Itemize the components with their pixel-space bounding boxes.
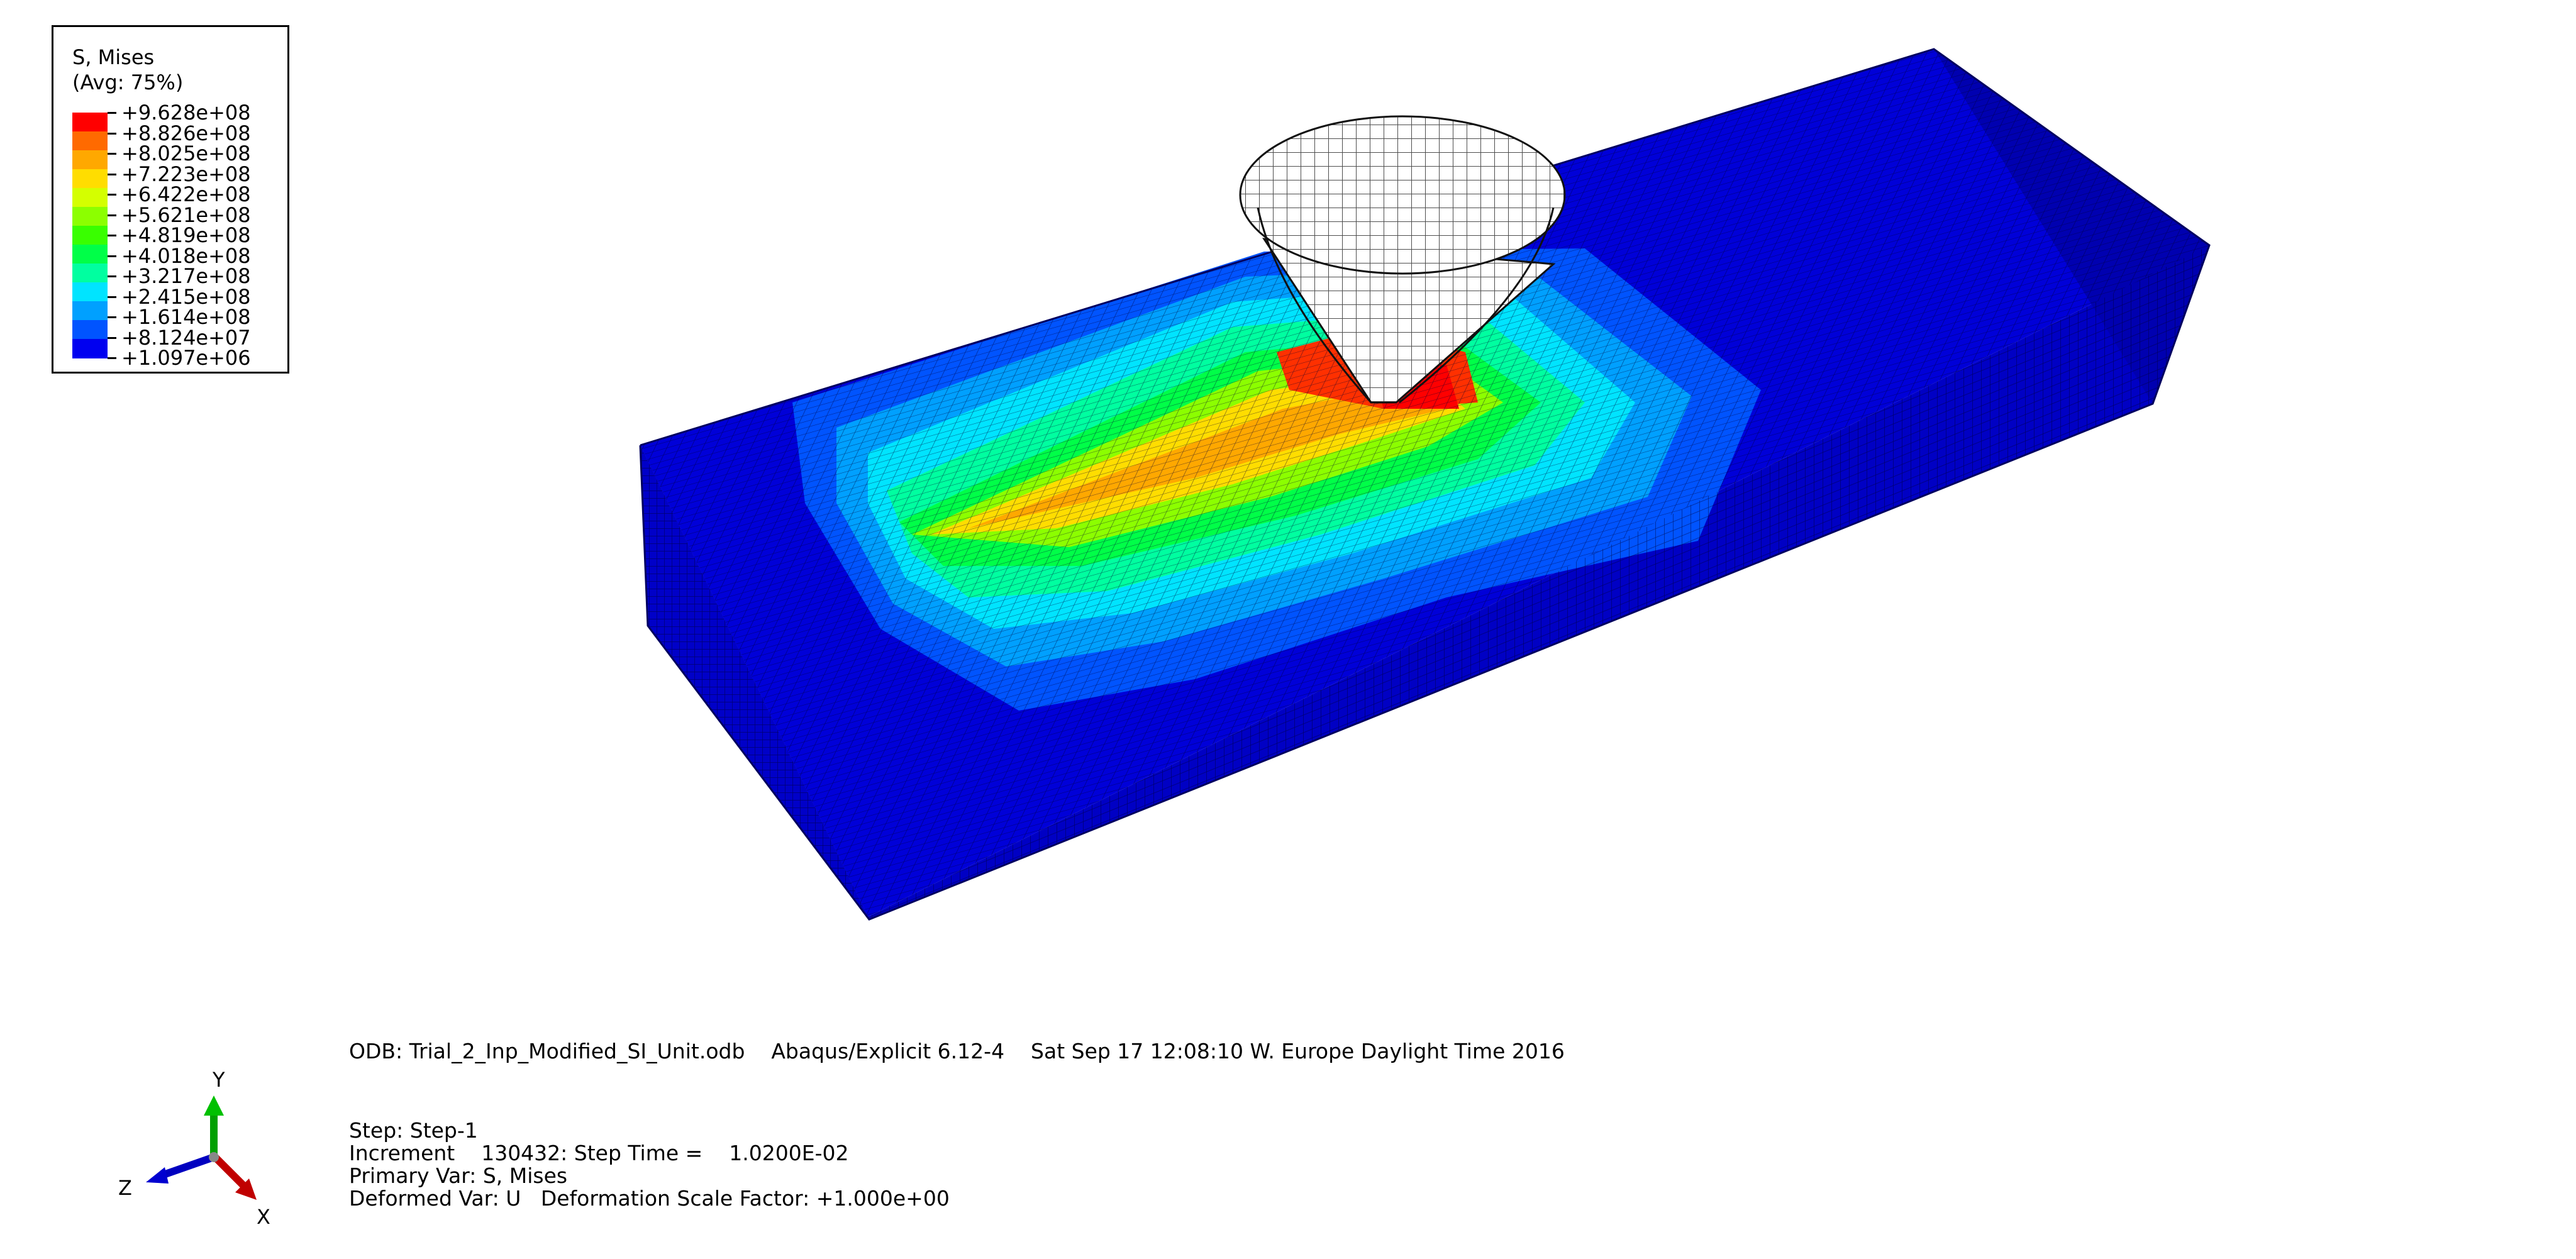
coordinate-triad: Y Z X [118, 1068, 270, 1229]
triad-z-axis [162, 1153, 215, 1179]
triad-x-axis [212, 1154, 247, 1189]
deformed-var-info: Deformed Var: U Deformation Scale Factor… [349, 1186, 950, 1211]
triad-x-label: X [257, 1205, 270, 1229]
triad-y-label: Y [212, 1068, 225, 1092]
step-info: Step: Step-1 [349, 1118, 478, 1143]
odb-info-line: ODB: Trial_2_Inp_Modified_SI_Unit.odb Ab… [349, 1039, 1565, 1063]
model-viewport[interactable] [0, 0, 2576, 1019]
primary-var-info: Primary Var: S, Mises [349, 1163, 568, 1188]
increment-info: Increment 130432: Step Time = 1.0200E-02 [349, 1141, 849, 1165]
triad-z-label: Z [118, 1176, 132, 1200]
